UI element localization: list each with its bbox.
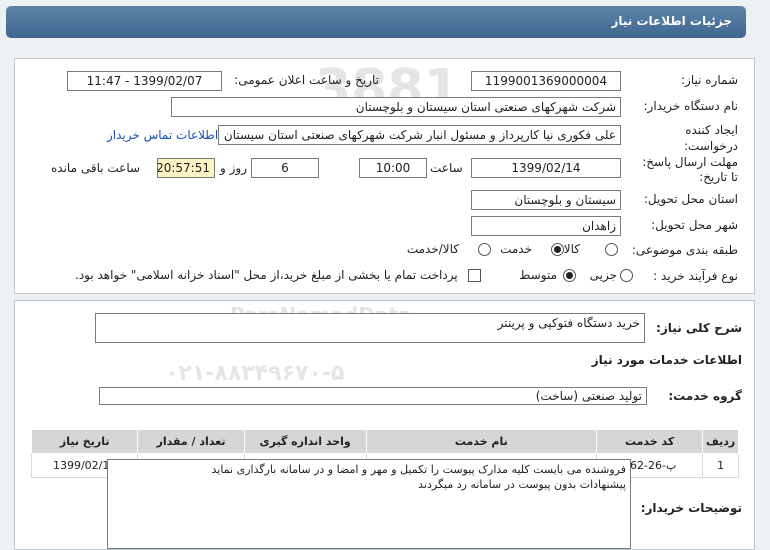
page-title: جزئیات اطلاعات نیاز <box>611 14 732 28</box>
deadline-time-field: 10:00 <box>359 158 427 178</box>
buyer-notes-field: فروشنده می بایست کلیه مدارک پیوست را تکم… <box>107 459 631 549</box>
province-label: استان محل تحویل: <box>643 192 738 206</box>
need-number-field: 1199001369000004 <box>471 71 621 91</box>
province-field: سیستان و بلوچستان <box>471 190 621 210</box>
watermark-text-2: ۰۲۱-۸۸۳۴۹۶۷۰-۵ <box>165 361 345 386</box>
process-option-medium: متوسط <box>519 268 557 282</box>
process-radio-medium[interactable] <box>563 269 576 282</box>
deadline-label-1: مهلت ارسال پاسخ: <box>642 155 738 169</box>
category-option-goods: کالا <box>563 242 580 256</box>
col-qty-header: تعداد / مقدار <box>137 429 245 454</box>
category-label: طبقه بندی موضوعی: <box>631 243 738 257</box>
category-option-service: خدمت <box>500 242 532 256</box>
summary-label: شرح کلی نیاز: <box>656 321 742 335</box>
deadline-label-2: تا تاریخ: <box>699 170 738 184</box>
process-radio-minor[interactable] <box>620 269 633 282</box>
page-header: جزئیات اطلاعات نیاز <box>6 6 746 38</box>
creator-label-1: ایجاد کننده <box>685 123 738 137</box>
buyer-contact-link[interactable]: اطلاعات تماس خریدار <box>107 128 218 142</box>
buyer-org-label: نام دستگاه خریدار: <box>643 99 739 113</box>
deadline-date-field: 1399/02/14 <box>471 158 621 178</box>
col-unit-header: واحد اندازه گیری <box>243 429 367 454</box>
buyer-org-field: شرکت شهرکهای صنعتی استان سیستان و بلوچست… <box>171 97 621 117</box>
table-header-row: ردیف کد خدمت نام خدمت واحد اندازه گیری ت… <box>30 429 739 454</box>
days-label: روز و <box>220 161 247 175</box>
services-title: اطلاعات خدمات مورد نیاز <box>591 353 742 367</box>
col-row-header: ردیف <box>702 429 739 454</box>
city-label: شهر محل تحویل: <box>651 218 738 232</box>
remaining-time-field: 20:57:51 <box>157 158 215 178</box>
announce-field: 1399/02/07 - 11:47 <box>67 71 222 91</box>
process-option-minor: جزیی <box>589 268 617 282</box>
city-field: زاهدان <box>471 216 621 236</box>
category-radio-goods[interactable] <box>605 243 618 256</box>
col-name-header: نام خدمت <box>365 429 597 454</box>
deadline-time-label: ساعت <box>430 161 463 175</box>
summary-field: خرید دستگاه فتوکپی و پرینتر <box>95 313 645 343</box>
need-details-panel: ParsNamadData ۰۲۱-۸۸۳۴۹۶۷۰-۵ شرح کلی نیا… <box>14 300 755 550</box>
category-radio-service[interactable] <box>551 243 564 256</box>
announce-label: تاریخ و ساعت اعلان عمومی: <box>234 73 379 87</box>
days-field: 6 <box>251 158 319 178</box>
cell-row: 1 <box>702 453 739 478</box>
service-group-label: گروه خدمت: <box>668 389 742 403</box>
payment-note: پرداخت تمام یا بخشی از مبلغ خرید،از محل … <box>75 268 458 282</box>
category-option-goods-service: کالا/خدمت <box>406 242 459 256</box>
process-label: نوع فرآیند خرید : <box>653 269 738 283</box>
buyer-notes-label: توضیحات خریدار: <box>640 501 742 515</box>
service-group-field: تولید صنعتی (ساخت) <box>99 387 647 405</box>
category-radio-goods-service[interactable] <box>478 243 491 256</box>
creator-label-2: درخواست: <box>684 139 738 153</box>
creator-field: علی فکوری نیا کارپرداز و مسئول انبار شرک… <box>218 125 621 145</box>
payment-checkbox[interactable] <box>468 269 481 282</box>
remaining-label: ساعت باقی مانده <box>51 161 141 175</box>
col-code-header: کد خدمت <box>595 429 704 454</box>
need-info-panel: 3881 شماره نیاز: 1199001369000004 تاریخ … <box>14 58 755 294</box>
need-number-label: شماره نیاز: <box>681 73 738 87</box>
col-date-header: تاریخ نیاز <box>30 429 139 454</box>
